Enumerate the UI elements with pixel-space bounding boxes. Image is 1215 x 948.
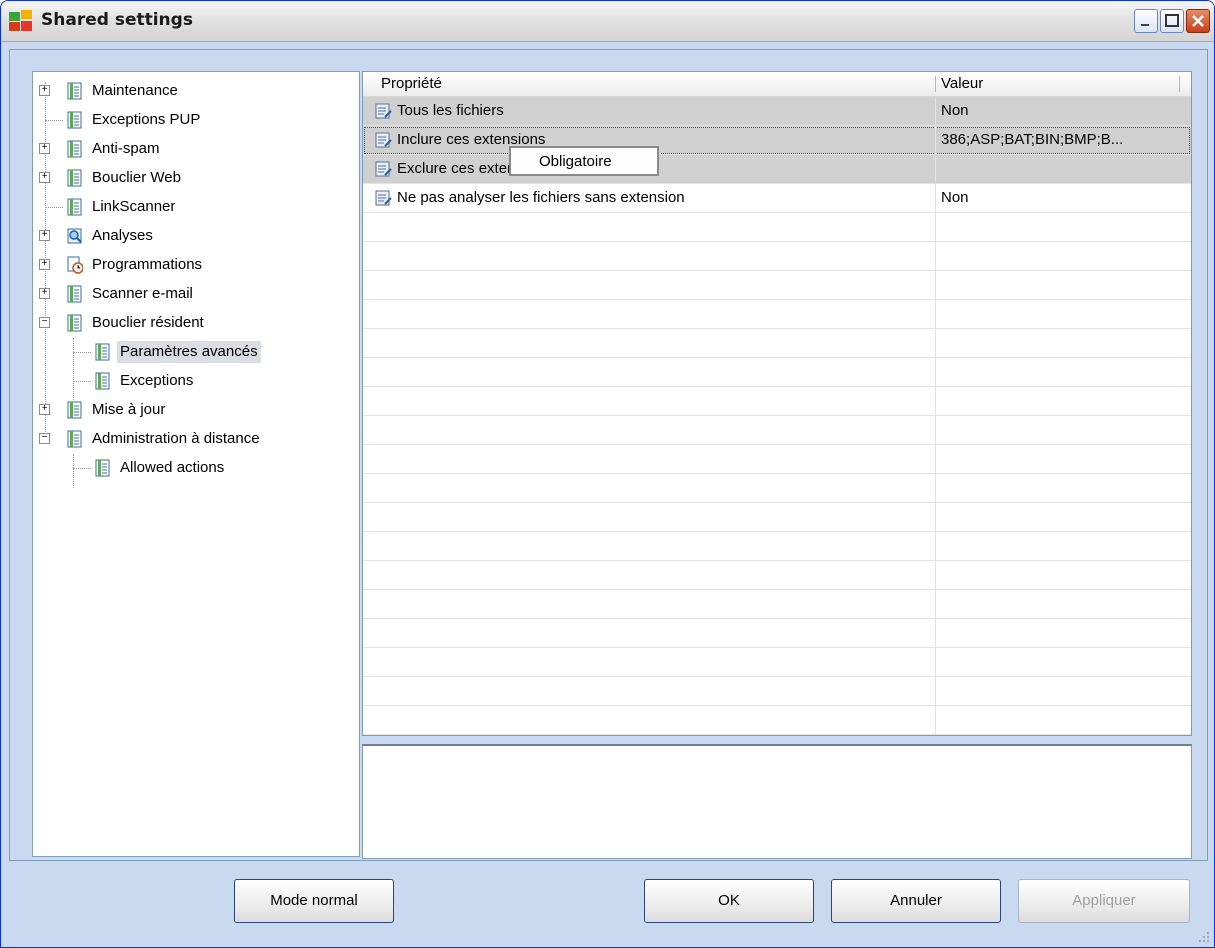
empty-row <box>363 445 1191 474</box>
grid-row-sans-extension[interactable]: Ne pas analyser les fichiers sans extens… <box>363 184 1191 213</box>
tree-item-label: Scanner e-mail <box>92 285 193 302</box>
settings-page-icon <box>95 459 110 477</box>
expand-icon[interactable]: + <box>39 85 50 96</box>
settings-page-icon <box>67 140 82 158</box>
empty-row <box>363 532 1191 561</box>
settings-page-icon <box>95 372 110 390</box>
empty-row <box>363 503 1191 532</box>
settings-page-icon <box>67 111 82 129</box>
grid-row-exclure-ces-extensions[interactable]: Exclure ces extensions <box>363 155 1191 184</box>
shared-settings-window: Shared settings + Maintenance Exceptions… <box>0 0 1215 948</box>
empty-row <box>363 300 1191 329</box>
empty-row <box>363 474 1191 503</box>
tree-item-label: Analyses <box>92 227 153 244</box>
tree-item-label: Bouclier résident <box>92 314 204 331</box>
property-edit-icon <box>375 161 392 177</box>
settings-page-icon <box>95 343 110 361</box>
close-icon <box>1192 15 1204 27</box>
property-name: Exclure ces extensions <box>397 160 551 177</box>
close-button[interactable] <box>1186 9 1210 33</box>
tree-item-label: Maintenance <box>92 82 178 99</box>
property-value[interactable]: Non <box>941 184 1181 212</box>
tree-item-label: Allowed actions <box>120 459 225 476</box>
collapse-icon[interactable]: − <box>39 317 50 328</box>
property-name: Ne pas analyser les fichiers sans extens… <box>397 189 685 206</box>
tree-item-label: Anti-spam <box>92 140 160 157</box>
property-edit-icon <box>375 103 392 119</box>
appliquer-button[interactable]: Appliquer <box>1018 879 1190 923</box>
maximize-button[interactable] <box>1160 9 1184 33</box>
settings-tree[interactable]: + Maintenance Exceptions PUP + Anti-spam… <box>32 71 360 857</box>
settings-page-icon <box>67 430 82 448</box>
empty-row <box>363 561 1191 590</box>
tooltip-obligatoire: Obligatoire <box>509 146 659 176</box>
settings-page-icon <box>67 82 82 100</box>
tree-item-label: Administration à distance <box>92 430 260 447</box>
settings-page-icon <box>67 314 82 332</box>
settings-page-icon <box>67 198 82 216</box>
collapse-icon[interactable]: − <box>39 433 50 444</box>
property-edit-icon <box>375 190 392 206</box>
property-grid[interactable]: Propriété Valeur Tous les fichiers Non I… <box>362 71 1192 736</box>
tree-item-label: LinkScanner <box>92 198 176 215</box>
tree-item-label-selected: Paramètres avancés <box>117 341 261 363</box>
tree-item-label: Programmations <box>92 256 203 273</box>
mode-normal-button[interactable]: Mode normal <box>234 879 394 923</box>
empty-row <box>363 416 1191 445</box>
settings-page-icon <box>67 169 82 187</box>
tree-item-label: Exceptions <box>120 372 194 389</box>
empty-row <box>363 213 1191 242</box>
property-name: Tous les fichiers <box>397 102 504 119</box>
grid-header: Propriété Valeur <box>363 72 1191 97</box>
window-title: Shared settings <box>41 10 193 30</box>
tree-item-label: Exceptions PUP <box>92 111 201 128</box>
expand-icon[interactable]: + <box>39 404 50 415</box>
expand-icon[interactable]: + <box>39 143 50 154</box>
settings-page-icon <box>67 401 82 419</box>
empty-row <box>363 619 1191 648</box>
expand-icon[interactable]: + <box>39 230 50 241</box>
column-divider <box>935 97 936 735</box>
grid-row-inclure-ces-extensions[interactable]: Inclure ces extensions 386;ASP;BAT;BIN;B… <box>363 126 1191 155</box>
empty-row <box>363 271 1191 300</box>
property-name: Inclure ces extensions <box>397 131 546 148</box>
schedule-clock-icon <box>67 256 83 274</box>
minimize-button[interactable] <box>1134 9 1158 33</box>
expand-icon[interactable]: + <box>39 288 50 299</box>
title-bar[interactable]: Shared settings <box>1 1 1214 42</box>
property-value[interactable]: 386;ASP;BAT;BIN;BMP;B... <box>941 126 1181 154</box>
grid-row-tous-les-fichiers[interactable]: Tous les fichiers Non <box>363 97 1191 126</box>
tree-item-label: Mise à jour <box>92 401 166 418</box>
maximize-icon <box>1165 14 1179 27</box>
avg-app-icon <box>9 10 32 31</box>
annuler-button[interactable]: Annuler <box>831 879 1001 923</box>
column-header-value[interactable]: Valeur <box>941 72 983 96</box>
empty-row <box>363 242 1191 271</box>
settings-page-icon <box>67 285 82 303</box>
minimize-icon <box>1141 24 1149 26</box>
empty-row <box>363 329 1191 358</box>
description-pane <box>362 744 1192 859</box>
empty-row <box>363 677 1191 706</box>
empty-row <box>363 358 1191 387</box>
column-header-property[interactable]: Propriété <box>381 72 442 96</box>
expand-icon[interactable]: + <box>39 259 50 270</box>
property-edit-icon <box>375 132 392 148</box>
resize-grip-icon[interactable] <box>1196 929 1210 943</box>
expand-icon[interactable]: + <box>39 172 50 183</box>
empty-row <box>363 706 1191 735</box>
property-value[interactable]: Non <box>941 97 1181 125</box>
magnifier-scan-icon <box>67 228 82 244</box>
tree-item-label: Bouclier Web <box>92 169 181 186</box>
empty-row <box>363 590 1191 619</box>
empty-row <box>363 648 1191 677</box>
ok-button[interactable]: OK <box>644 879 814 923</box>
empty-row <box>363 387 1191 416</box>
